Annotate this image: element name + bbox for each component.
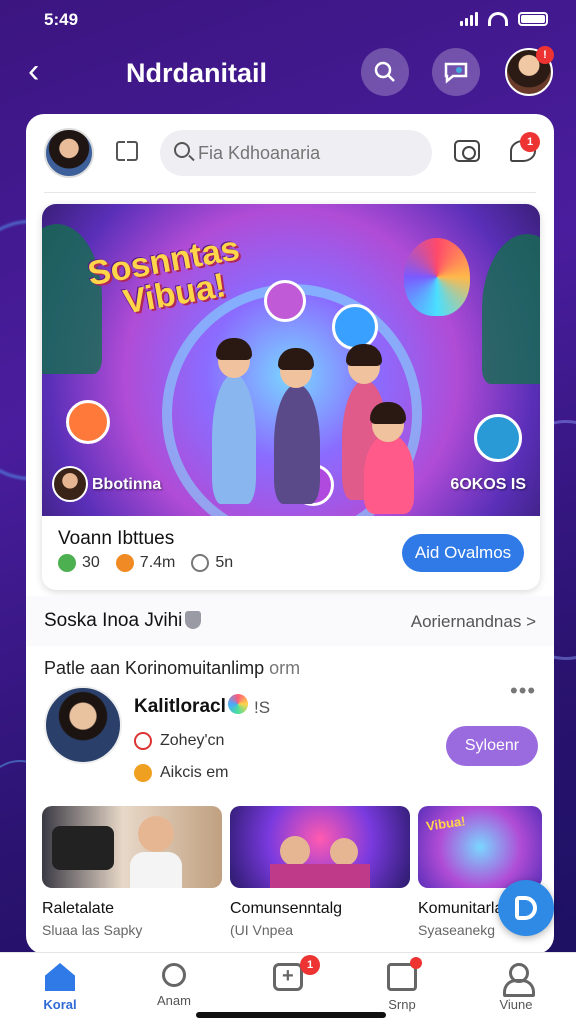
- stat-item: 5n: [191, 554, 233, 572]
- nav-search[interactable]: Anam: [134, 963, 214, 1008]
- thumbnail-image: [230, 806, 410, 888]
- search-icon: [162, 963, 186, 987]
- status-icons: [460, 12, 548, 26]
- leaf-icon: [58, 554, 76, 572]
- thumbnail-subtitle: (UI Vnpea: [230, 922, 294, 938]
- featured-stats: 30 7.4m 5n: [58, 554, 233, 572]
- thumbnail-title: Raletalate: [42, 900, 115, 917]
- top-toolbar: 1: [26, 114, 554, 192]
- search-input[interactable]: [198, 140, 418, 166]
- nav-home[interactable]: Koral: [20, 963, 100, 1012]
- see-all-link[interactable]: Aoriernandnas >: [411, 612, 536, 632]
- stat-item: 30: [58, 554, 100, 572]
- gallery-dot-badge: [410, 957, 422, 969]
- notification-badge: 1: [520, 132, 540, 152]
- wifi-icon: [488, 12, 508, 26]
- arrow-badge-icon: [66, 400, 110, 444]
- camera-icon[interactable]: [454, 140, 480, 162]
- post-info-line: Zohey'cn: [134, 732, 224, 750]
- split-view-icon[interactable]: [116, 139, 138, 163]
- chat-icon: [444, 62, 468, 84]
- palm-decoration: [482, 234, 540, 384]
- fire-icon: [115, 554, 134, 572]
- search-bar[interactable]: [160, 130, 432, 176]
- post-title: Patle aan Korinomuitanlimp orm: [44, 658, 301, 678]
- thumbnail-subtitle: Sluaa las Sapky: [42, 922, 143, 938]
- person-figure: [364, 434, 414, 514]
- home-indicator: [196, 1012, 386, 1018]
- thumbnail-card[interactable]: Comunsenntalg (UI Vnpea: [230, 806, 410, 938]
- signal-icon: [460, 12, 478, 26]
- nav-gallery[interactable]: Srnp: [362, 957, 442, 1012]
- music-note-icon: [332, 304, 378, 350]
- featured-banner-image[interactable]: Sosnntas Vibua! Bbotinna 6OKOS IS: [42, 204, 540, 516]
- section-header: Soska Inoa Jvihi Aoriernandnas >: [26, 596, 554, 646]
- person-figure: [212, 374, 256, 504]
- author-avatar[interactable]: [44, 686, 122, 764]
- chart-badge-icon: [474, 414, 522, 462]
- battery-icon: [518, 12, 548, 26]
- banner-left-label: Bbotinna: [92, 476, 162, 493]
- back-arrow-icon[interactable]: ‹: [28, 54, 39, 88]
- create-badge: 1: [300, 955, 320, 975]
- user-icon: [501, 963, 535, 997]
- search-icon: [374, 61, 395, 82]
- banner-right-label: 6OKOS IS: [450, 476, 526, 493]
- status-time: 5:49: [44, 10, 79, 29]
- verified-shield-icon: [185, 611, 202, 629]
- thumbnail-image: Vibua!: [418, 806, 542, 888]
- creator-avatar: [52, 466, 88, 502]
- game-controller-icon: [52, 826, 114, 870]
- search-icon: [174, 142, 190, 158]
- profile-alert-badge: !: [536, 46, 554, 64]
- featured-name: Voann Ibttues: [58, 528, 175, 549]
- thumbnail-card[interactable]: Raletalate Sluaa las Sapky: [42, 806, 222, 938]
- avatar-badge-icon: [264, 280, 306, 322]
- status-bar: 5:49: [0, 0, 576, 40]
- section-title: Soska Inoa Jvihi: [44, 610, 202, 632]
- alert-icon: [134, 732, 152, 750]
- add-icon: [273, 963, 303, 991]
- author-suffix: !S: [254, 698, 271, 717]
- nav-profile[interactable]: Viune: [476, 963, 556, 1012]
- more-options-icon[interactable]: •••: [510, 678, 536, 704]
- search-button[interactable]: [361, 48, 409, 96]
- emoji-icon: [228, 694, 248, 714]
- page-title: Ndrdanitail: [126, 58, 268, 88]
- thumbnail-row: Raletalate Sluaa las Sapky Comunsenntalg…: [42, 806, 542, 938]
- featured-community-card[interactable]: Sosnntas Vibua! Bbotinna 6OKOS IS Voann …: [42, 204, 540, 590]
- person-figure: [274, 384, 320, 504]
- compose-fab-button[interactable]: [498, 880, 554, 936]
- divider: [44, 192, 536, 193]
- play-icon: [134, 764, 152, 782]
- stat-item: 7.4m: [115, 554, 175, 572]
- post-info-line: Aikcis em: [134, 764, 228, 782]
- home-icon: [45, 963, 75, 991]
- clock-icon: [191, 554, 210, 572]
- author-name[interactable]: Kalitloracl: [134, 696, 226, 718]
- thumbnail-image: [42, 806, 222, 888]
- join-button[interactable]: Aid Ovalmos: [402, 534, 524, 572]
- main-card: 1 Sosnntas Vibua!: [26, 114, 554, 954]
- subscribe-button[interactable]: Syloenr: [446, 726, 538, 766]
- messages-button[interactable]: [432, 48, 480, 96]
- hot-air-balloon-icon: [404, 238, 470, 316]
- post-icon: [515, 896, 537, 920]
- user-avatar[interactable]: [44, 128, 94, 178]
- nav-create[interactable]: 1: [248, 955, 328, 997]
- app-header: ‹ Ndrdanitail !: [0, 44, 576, 102]
- thumbnail-title: Comunsenntalg: [230, 900, 343, 917]
